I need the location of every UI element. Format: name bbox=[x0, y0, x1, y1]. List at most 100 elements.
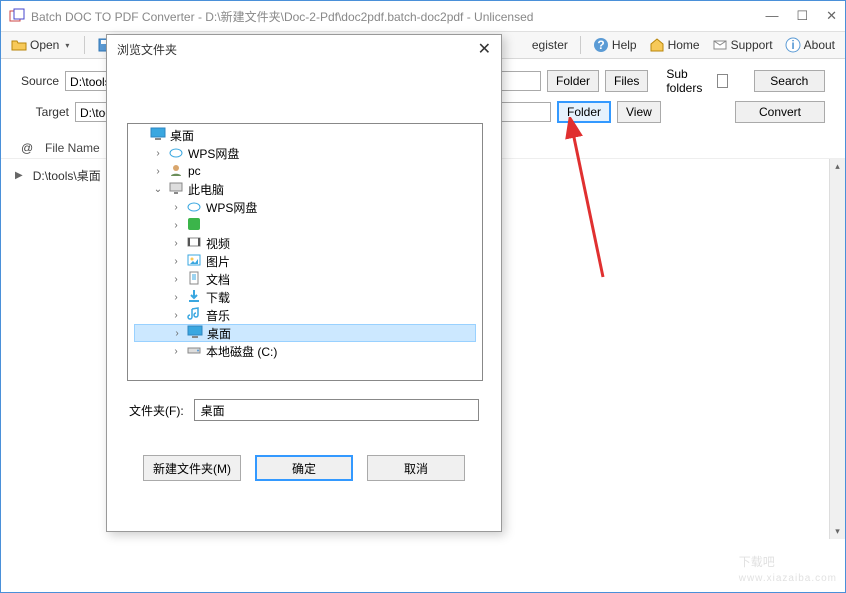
expand-arrow-icon[interactable]: ▶ bbox=[15, 170, 23, 181]
folder-open-icon bbox=[11, 37, 27, 53]
download-icon bbox=[186, 289, 202, 306]
tree-node-pc-user[interactable]: › pc bbox=[134, 162, 476, 180]
view-button[interactable]: View bbox=[617, 101, 661, 123]
search-button[interactable]: Search bbox=[754, 70, 825, 92]
tree-node-desktop-root[interactable]: 桌面 bbox=[134, 126, 476, 144]
window-title: Batch DOC TO PDF Converter - D:\新建文件夹\Do… bbox=[31, 8, 765, 25]
tree-node-video[interactable]: › 视频 bbox=[134, 234, 476, 252]
tree-label: 本地磁盘 (C:) bbox=[206, 343, 277, 360]
ok-button[interactable]: 确定 bbox=[255, 455, 353, 481]
open-label: Open bbox=[30, 38, 59, 52]
tree-label: 下载 bbox=[206, 289, 230, 306]
register-button[interactable]: egister bbox=[528, 36, 572, 54]
support-label: Support bbox=[731, 38, 773, 52]
tree-label: 桌面 bbox=[207, 325, 231, 342]
expand-icon[interactable]: › bbox=[171, 328, 183, 339]
help-icon: ? bbox=[593, 37, 609, 53]
drive-icon bbox=[186, 343, 202, 360]
expand-icon[interactable]: › bbox=[170, 220, 182, 231]
target-folder-button[interactable]: Folder bbox=[557, 101, 611, 123]
support-button[interactable]: Support bbox=[708, 35, 777, 55]
app-icon bbox=[9, 8, 25, 24]
home-button[interactable]: Home bbox=[645, 35, 704, 55]
column-at[interactable]: @ bbox=[21, 141, 35, 155]
vertical-scrollbar[interactable]: ▴ ▾ bbox=[829, 159, 845, 539]
desktop-icon bbox=[187, 325, 203, 342]
tree-node-downloads[interactable]: › 下载 bbox=[134, 288, 476, 306]
minimize-button[interactable]: — bbox=[765, 8, 778, 24]
expand-icon[interactable]: › bbox=[170, 202, 182, 213]
tree-label: 桌面 bbox=[170, 127, 194, 144]
tree-node-pictures[interactable]: › 图片 bbox=[134, 252, 476, 270]
tree-label: 视频 bbox=[206, 235, 230, 252]
source-label: Source bbox=[21, 74, 59, 88]
watermark-text: 下载吧 bbox=[739, 555, 775, 569]
expand-icon[interactable]: › bbox=[170, 238, 182, 249]
column-filename[interactable]: File Name bbox=[45, 141, 100, 155]
folder-name-input[interactable] bbox=[194, 399, 479, 421]
help-label: Help bbox=[612, 38, 637, 52]
support-icon bbox=[712, 37, 728, 53]
title-bar: Batch DOC TO PDF Converter - D:\新建文件夹\Do… bbox=[1, 1, 845, 31]
watermark: 下载吧 www.xiazaiba.com bbox=[739, 541, 837, 584]
expand-icon[interactable]: › bbox=[170, 310, 182, 321]
expand-icon[interactable]: › bbox=[152, 166, 164, 177]
expand-icon[interactable]: › bbox=[152, 148, 164, 159]
tree-node-desktop[interactable]: › 桌面 bbox=[134, 324, 476, 342]
dialog-close-button[interactable]: ✕ bbox=[478, 39, 491, 59]
tree-label: WPS网盘 bbox=[206, 199, 257, 216]
tree-node-wps[interactable]: › WPS网盘 bbox=[134, 144, 476, 162]
separator bbox=[84, 36, 85, 54]
about-button[interactable]: i About bbox=[781, 35, 839, 55]
collapse-icon[interactable]: ⌄ bbox=[152, 184, 164, 195]
dropdown-arrow-icon[interactable]: ▾ bbox=[62, 41, 72, 50]
music-icon bbox=[186, 307, 202, 324]
files-button[interactable]: Files bbox=[605, 70, 648, 92]
tree-label: pc bbox=[188, 164, 201, 178]
convert-button[interactable]: Convert bbox=[735, 101, 825, 123]
document-icon bbox=[186, 271, 202, 288]
home-icon bbox=[649, 37, 665, 53]
dialog-title: 浏览文件夹 bbox=[117, 41, 177, 58]
scroll-up-icon[interactable]: ▴ bbox=[830, 161, 845, 172]
browse-folder-dialog: 浏览文件夹 ✕ 桌面 › WPS网盘 › pc bbox=[106, 34, 502, 532]
tree-label: 图片 bbox=[206, 253, 230, 270]
tree-label: 文档 bbox=[206, 271, 230, 288]
expand-icon[interactable]: › bbox=[170, 274, 182, 285]
list-item-path: D:\tools\桌面 bbox=[33, 167, 101, 184]
tree-label: 此电脑 bbox=[188, 181, 224, 198]
folder-name-label: 文件夹(F): bbox=[129, 402, 184, 419]
new-folder-button[interactable]: 新建文件夹(M) bbox=[143, 455, 241, 481]
tree-label: 音乐 bbox=[206, 307, 230, 324]
close-button[interactable]: ✕ bbox=[826, 8, 837, 24]
register-label: egister bbox=[532, 38, 568, 52]
tree-node-this-pc[interactable]: ⌄ 此电脑 bbox=[134, 180, 476, 198]
help-button[interactable]: ? Help bbox=[589, 35, 641, 55]
app-green-icon bbox=[186, 217, 202, 234]
cloud-icon bbox=[168, 145, 184, 162]
expand-icon[interactable]: › bbox=[170, 346, 182, 357]
computer-icon bbox=[168, 181, 184, 198]
expand-icon[interactable]: › bbox=[170, 292, 182, 303]
folder-tree[interactable]: 桌面 › WPS网盘 › pc ⌄ 此电脑 › bbox=[127, 123, 483, 381]
separator bbox=[580, 36, 581, 54]
tree-label: WPS网盘 bbox=[188, 145, 239, 162]
svg-text:i: i bbox=[791, 38, 794, 52]
cloud-icon bbox=[186, 199, 202, 216]
maximize-button[interactable]: ☐ bbox=[796, 8, 808, 24]
user-icon bbox=[168, 163, 184, 180]
cancel-button[interactable]: 取消 bbox=[367, 455, 465, 481]
home-label: Home bbox=[668, 38, 700, 52]
tree-node-music[interactable]: › 音乐 bbox=[134, 306, 476, 324]
open-button[interactable]: Open ▾ bbox=[7, 35, 76, 55]
tree-node-green[interactable]: › bbox=[134, 216, 476, 234]
tree-node-wps-2[interactable]: › WPS网盘 bbox=[134, 198, 476, 216]
tree-node-documents[interactable]: › 文档 bbox=[134, 270, 476, 288]
svg-text:?: ? bbox=[597, 38, 604, 52]
subfolders-checkbox[interactable] bbox=[717, 74, 728, 88]
expand-icon[interactable]: › bbox=[170, 256, 182, 267]
tree-node-local-disk-c[interactable]: › 本地磁盘 (C:) bbox=[134, 342, 476, 360]
source-folder-button[interactable]: Folder bbox=[547, 70, 599, 92]
info-icon: i bbox=[785, 37, 801, 53]
scroll-down-icon[interactable]: ▾ bbox=[830, 526, 845, 537]
